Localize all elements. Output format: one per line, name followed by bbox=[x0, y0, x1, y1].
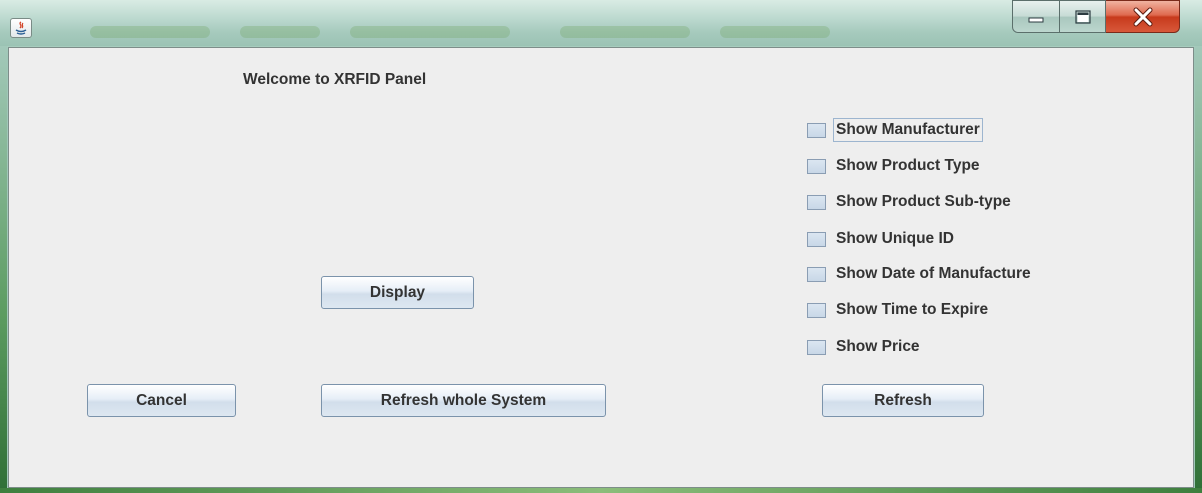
option-label: Show Unique ID bbox=[836, 230, 954, 247]
option-show-time-to-expire[interactable]: Show Time to Expire bbox=[807, 301, 988, 319]
title-bar-glow bbox=[90, 26, 210, 38]
window-border-bottom bbox=[0, 488, 1202, 493]
title-bar-glow bbox=[560, 26, 690, 38]
window-border-left bbox=[0, 46, 7, 493]
checkbox[interactable] bbox=[807, 122, 826, 138]
app-window: Welcome to XRFID Panel Show Manufacturer… bbox=[0, 0, 1202, 493]
cancel-button[interactable]: Cancel bbox=[87, 384, 236, 417]
option-label: Show Manufacturer bbox=[833, 118, 983, 142]
minimize-button[interactable] bbox=[1012, 0, 1060, 33]
title-bar-glow bbox=[350, 26, 510, 38]
xrfid-panel: Welcome to XRFID Panel Show Manufacturer… bbox=[8, 47, 1194, 488]
option-show-unique-id[interactable]: Show Unique ID bbox=[807, 230, 954, 248]
option-label: Show Product Type bbox=[836, 157, 980, 174]
option-show-price[interactable]: Show Price bbox=[807, 338, 920, 356]
java-app-icon[interactable] bbox=[10, 18, 32, 38]
title-bar-glow bbox=[720, 26, 830, 38]
welcome-heading: Welcome to XRFID Panel bbox=[243, 71, 427, 88]
refresh-whole-system-button[interactable]: Refresh whole System bbox=[321, 384, 606, 417]
display-button[interactable]: Display bbox=[321, 276, 474, 309]
option-label: Show Time to Expire bbox=[836, 301, 989, 318]
checkbox[interactable] bbox=[807, 158, 826, 174]
checkbox[interactable] bbox=[807, 302, 826, 318]
checkbox[interactable] bbox=[807, 266, 826, 282]
option-label: Show Product Sub-type bbox=[836, 193, 1011, 210]
option-show-manufacturer[interactable]: Show Manufacturer bbox=[807, 118, 983, 142]
refresh-button[interactable]: Refresh bbox=[822, 384, 984, 417]
option-show-date-of-manufacture[interactable]: Show Date of Manufacture bbox=[807, 265, 1031, 283]
window-controls bbox=[1012, 0, 1180, 36]
maximize-button[interactable] bbox=[1060, 0, 1106, 33]
window-border-right bbox=[1195, 46, 1202, 493]
checkbox[interactable] bbox=[807, 194, 826, 210]
option-label: Show Price bbox=[836, 338, 920, 355]
close-button[interactable] bbox=[1106, 0, 1180, 33]
minimize-icon bbox=[1028, 17, 1044, 22]
checkbox[interactable] bbox=[807, 339, 826, 355]
option-show-product-type[interactable]: Show Product Type bbox=[807, 157, 980, 175]
close-icon bbox=[1133, 7, 1152, 26]
maximize-icon bbox=[1074, 9, 1091, 24]
checkbox[interactable] bbox=[807, 231, 826, 247]
option-show-product-sub-type[interactable]: Show Product Sub-type bbox=[807, 193, 1011, 211]
title-bar[interactable] bbox=[0, 0, 1202, 46]
title-bar-glow bbox=[240, 26, 320, 38]
option-label: Show Date of Manufacture bbox=[836, 265, 1031, 282]
